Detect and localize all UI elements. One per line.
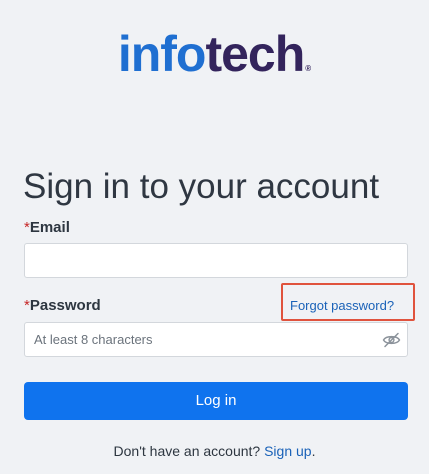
login-button[interactable]: Log in <box>24 382 408 420</box>
password-field[interactable] <box>24 322 408 357</box>
password-label: *Password <box>24 297 101 315</box>
password-label-text: Password <box>29 297 101 314</box>
signup-suffix: . <box>311 443 316 459</box>
logo-tech-text: tech <box>205 26 305 82</box>
email-label-text: Email <box>29 219 70 236</box>
signup-prompt: Don't have an account? Sign up. <box>0 442 429 460</box>
email-field[interactable] <box>24 243 408 278</box>
email-label: *Email <box>24 219 70 237</box>
signup-prompt-text: Don't have an account? <box>113 443 261 459</box>
logo-info-text: info <box>117 26 207 82</box>
eye-slash-icon[interactable] <box>382 332 401 348</box>
page-title: Sign in to your account <box>23 167 380 207</box>
forgot-password-link[interactable]: Forgot password? <box>290 298 394 314</box>
infotech-logo: infotech® <box>0 28 429 95</box>
logo-registered-mark: ® <box>305 64 312 73</box>
signup-link[interactable]: Sign up <box>264 443 311 459</box>
